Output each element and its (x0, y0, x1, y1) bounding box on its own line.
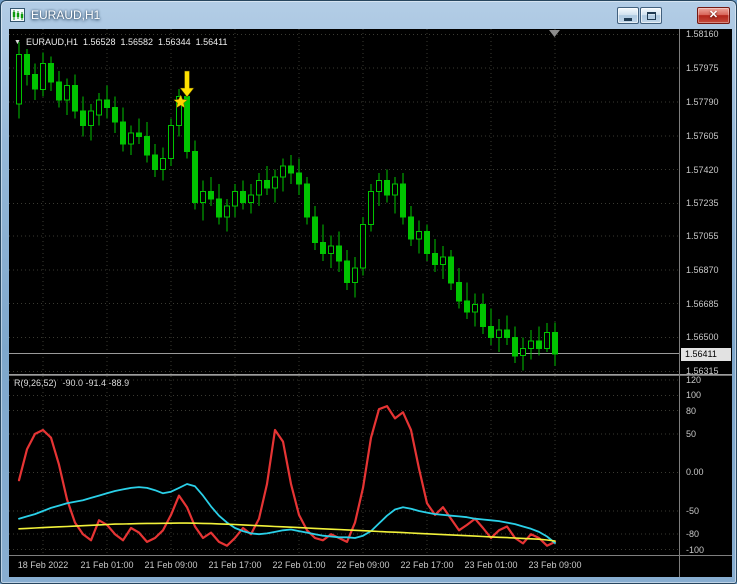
minimize-button[interactable] (617, 7, 639, 24)
close-button[interactable]: ✕ (697, 7, 730, 24)
chart-client-area: ▼ EURAUD,H1 1.56528 1.56582 1.56344 1.56… (9, 29, 732, 577)
ohlc-header: ▼ EURAUD,H1 1.56528 1.56582 1.56344 1.56… (14, 37, 227, 47)
indicator-axis-label: 0.00 (686, 467, 704, 477)
price-axis-label: 1.57055 (686, 231, 719, 241)
maximize-button[interactable] (640, 7, 662, 24)
time-axis-label: 22 Feb 17:00 (400, 560, 454, 570)
indicator-axis-label: 120 (686, 375, 702, 385)
ohlc-low: 1.56344 (158, 37, 191, 47)
time-axis-label: 18 Feb 2022 (17, 560, 69, 570)
indicator-line-slow (18, 522, 556, 542)
time-axis-label: 22 Feb 01:00 (272, 560, 326, 570)
indicator-axis-label: 50 (686, 429, 697, 439)
ohlc-high: 1.56582 (120, 37, 154, 47)
price-axis-label: 1.56870 (686, 265, 719, 275)
price-axis[interactable]: 1.58160 1.57975 1.57790 1.57605 1.57420 1.572… (679, 29, 732, 577)
main-chart-canvas[interactable] (9, 29, 679, 374)
ohlc-open: 1.56528 (82, 37, 116, 47)
yellow-down-arrow[interactable] (179, 70, 195, 98)
indicator-canvas[interactable] (9, 376, 679, 555)
time-axis-label: 23 Feb 09:00 (528, 560, 582, 570)
indicator-axis-label: -80 (686, 529, 700, 539)
window-title: EURAUD,H1 (31, 8, 101, 22)
indicator-name: R(9,26,52) (14, 378, 57, 388)
indicator-axis-label: 80 (686, 406, 697, 416)
close-icon: ✕ (708, 9, 719, 21)
candlesticks[interactable] (16, 41, 558, 371)
time-axis-label: 21 Feb 09:00 (144, 560, 198, 570)
collapse-arrow-icon[interactable]: ▼ (14, 39, 21, 46)
price-axis-label: 1.57790 (686, 97, 719, 107)
price-axis-label: 1.58160 (686, 29, 719, 39)
candlestick-chart-icon (10, 8, 25, 22)
indicator-axis-label: 100 (686, 390, 702, 400)
time-axis[interactable]: 18 Feb 2022 21 Feb 01:00 21 Feb 09:00 21 Fe… (9, 556, 732, 577)
time-axis-label: 21 Feb 01:00 (80, 560, 134, 570)
symbol-period-label: EURAUD,H1 (25, 37, 78, 47)
indicator-axis-label: -50 (686, 506, 700, 516)
price-axis-label: 1.56500 (686, 332, 719, 342)
bid-price-box: 1.56411 (681, 348, 731, 361)
price-axis-label: 1.57420 (686, 165, 719, 175)
maximize-icon (646, 11, 656, 20)
indicator-line-mid (18, 483, 556, 544)
chart-window: EURAUD,H1 ✕ ▼ EURAUD,H1 1.56528 1.56582 … (0, 0, 737, 584)
indicator-header: R(9,26,52) -90.0 -91.4 -88.9 (14, 378, 129, 388)
price-axis-label: 1.56685 (686, 299, 719, 309)
titlebar[interactable]: EURAUD,H1 ✕ (1, 1, 736, 29)
time-axis-label: 21 Feb 17:00 (208, 560, 262, 570)
indicator-pane[interactable]: R(9,26,52) -90.0 -91.4 -88.9 (9, 376, 679, 555)
price-axis-label: 1.57235 (686, 198, 719, 208)
main-grid (9, 29, 679, 374)
chart-shift-marker[interactable] (549, 30, 560, 37)
minimize-icon (624, 17, 632, 21)
price-axis-label: 1.57975 (686, 63, 719, 73)
time-axis-label: 23 Feb 01:00 (464, 560, 518, 570)
main-chart-pane[interactable]: ▼ EURAUD,H1 1.56528 1.56582 1.56344 1.56… (9, 29, 679, 374)
ohlc-close: 1.56411 (195, 37, 228, 47)
price-axis-label: 1.57605 (686, 131, 719, 141)
time-axis-label: 22 Feb 09:00 (336, 560, 390, 570)
indicator-axis-label: -100 (686, 545, 705, 555)
indicator-values: -90.0 -91.4 -88.9 (62, 378, 130, 388)
